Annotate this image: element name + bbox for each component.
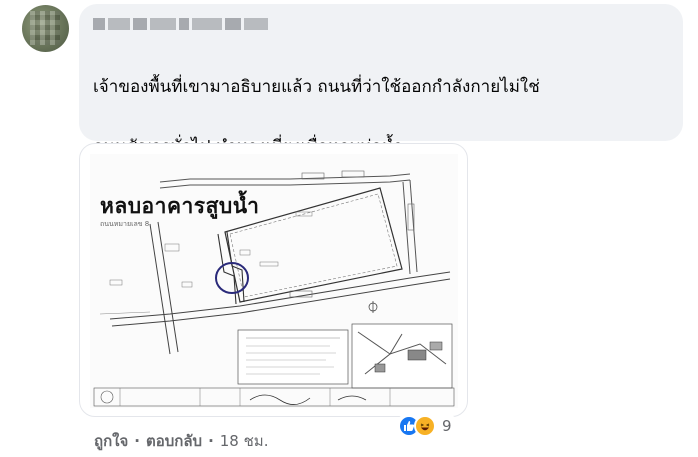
comment-line: เจ้าของพื้นที่เขามาอธิบายแล้ว ถนนที่ว่าใ… [93, 77, 540, 97]
reaction-summary[interactable]: 9 [396, 413, 458, 439]
map-subtitle: ถนนหมายเลข 8 [100, 220, 150, 228]
author-name-blurred[interactable] [93, 16, 268, 32]
comment-actions: ถูกใจ · ตอบกลับ · 18 ชม. [94, 429, 268, 453]
comment-bubble: เจ้าของพื้นที่เขามาอธิบายแล้ว ถนนที่ว่าใ… [79, 4, 683, 217]
like-button[interactable]: ถูกใจ [94, 429, 128, 453]
map-document: หลบอาคารสูบน้ำ ถนนหมายเลข 8 [90, 154, 458, 408]
timestamp[interactable]: 18 ชม. [220, 429, 269, 453]
haha-icon [414, 415, 436, 437]
avatar[interactable] [22, 5, 69, 52]
comment-image-attachment[interactable]: หลบอาคารสูบน้ำ ถนนหมายเลข 8 [79, 143, 468, 417]
reply-button[interactable]: ตอบกลับ [146, 429, 202, 453]
reaction-count: 9 [442, 417, 452, 435]
separator-dot: · [208, 432, 214, 450]
separator-dot: · [134, 432, 140, 450]
